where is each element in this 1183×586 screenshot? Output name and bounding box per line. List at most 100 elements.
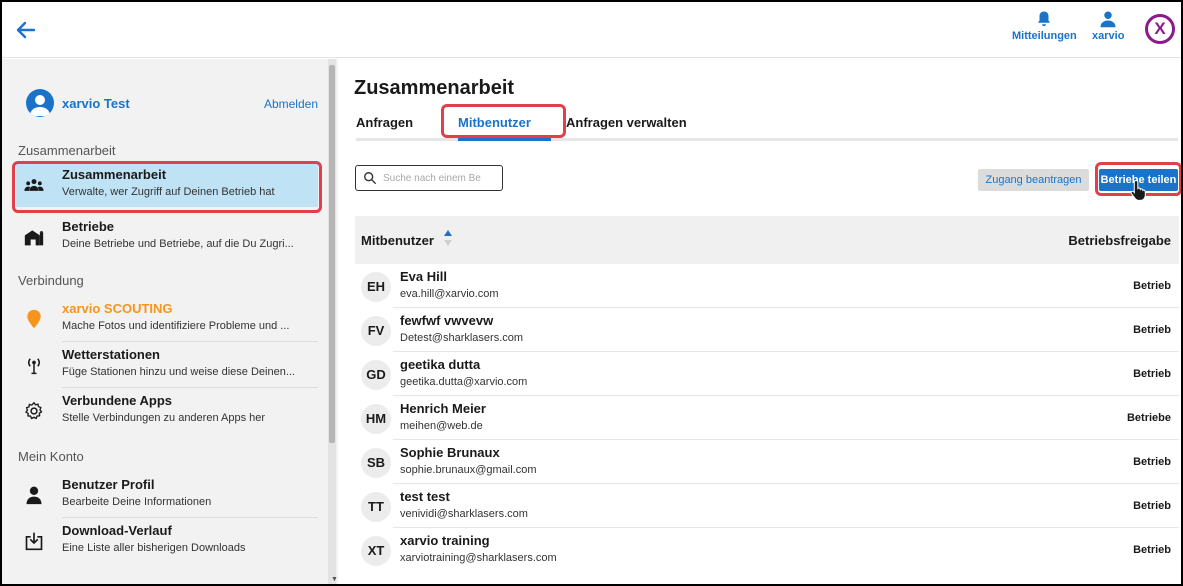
hand-cursor-icon — [1130, 179, 1146, 201]
row-share-value: Betrieb — [1133, 456, 1171, 468]
top-bar: Mitteilungen xarvio X — [2, 2, 1181, 58]
search-icon — [364, 172, 377, 185]
row-user-email: geetika.dutta@xarvio.com — [400, 376, 528, 388]
sidebar-item-benutzer-profil[interactable]: Benutzer Profil Bearbeite Deine Informat… — [16, 473, 318, 517]
main-content: Zusammenarbeit Anfragen Mitbenutzer Anfr… — [338, 59, 1181, 584]
sidebar-item-subtitle: Füge Stationen hinzu und weise diese Dei… — [62, 366, 295, 378]
sidebar-scrollbar[interactable] — [328, 59, 336, 584]
row-user-name: xarvio training — [400, 533, 490, 548]
row-share-value: Betrieb — [1133, 500, 1171, 512]
row-user-name: geetika dutta — [400, 357, 481, 372]
antenna-icon — [28, 358, 40, 375]
logout-link[interactable]: Abmelden — [264, 97, 318, 111]
table-row[interactable]: XT xarvio training xarviotraining@sharkl… — [355, 528, 1179, 572]
user-initials-avatar: XT — [361, 536, 391, 566]
sidebar-item-download-verlauf[interactable]: Download-Verlauf Eine Liste aller bisher… — [16, 519, 318, 563]
request-access-button[interactable]: Zugang beantragen — [978, 169, 1089, 191]
user-initials-avatar: GD — [361, 360, 391, 390]
table-row[interactable]: FV fewfwf vwvevw Detest@sharklasers.com … — [355, 308, 1179, 352]
row-user-name: Sophie Brunaux — [400, 445, 500, 460]
gear-icon — [25, 402, 43, 420]
sidebar-item-title: Verbundene Apps — [62, 393, 173, 408]
section-title-zusammenarbeit: Zusammenarbeit — [18, 143, 116, 158]
search-field[interactable] — [355, 165, 503, 191]
row-user-email: xarviotraining@sharklasers.com — [400, 552, 557, 564]
table-row[interactable]: EH Eva Hill eva.hill@xarvio.com Betrieb — [355, 264, 1179, 308]
notifications-label: Mitteilungen — [1012, 30, 1077, 42]
sidebar-item-subtitle: Eine Liste aller bisherigen Downloads — [62, 542, 246, 554]
highlight-box-mitbenutzer — [441, 104, 566, 138]
column-header-mitbenutzer[interactable]: Mitbenutzer — [361, 233, 434, 248]
back-arrow-icon[interactable] — [14, 18, 38, 42]
notifications-button[interactable]: Mitteilungen — [1012, 10, 1077, 42]
sidebar-item-title: Benutzer Profil — [62, 477, 155, 492]
sidebar-item-scouting[interactable]: xarvio SCOUTING Mache Fotos und identifi… — [16, 297, 318, 341]
xarvio-logo[interactable]: X — [1145, 14, 1175, 44]
scroll-down-arrow-icon[interactable]: ▼ — [331, 576, 338, 583]
sidebar-item-verbundene-apps[interactable]: Verbundene Apps Stelle Verbindungen zu a… — [16, 389, 318, 433]
location-pin-icon — [27, 309, 41, 329]
download-icon — [25, 532, 43, 551]
section-title-verbindung: Verbindung — [18, 273, 84, 288]
table-row[interactable]: SB Sophie Brunaux sophie.brunaux@gmail.c… — [355, 440, 1179, 484]
divider — [62, 517, 318, 518]
active-tab-indicator — [458, 138, 551, 141]
user-initials-avatar: EH — [361, 272, 391, 302]
sidebar-item-subtitle: Bearbeite Deine Informationen — [62, 496, 212, 508]
highlight-box-zusammenarbeit — [12, 161, 322, 213]
search-input[interactable] — [383, 170, 499, 186]
sidebar-item-subtitle: Stelle Verbindungen zu anderen Apps her — [62, 412, 266, 424]
sidebar-item-title: Download-Verlauf — [62, 523, 172, 538]
sort-arrows-icon[interactable] — [443, 228, 453, 248]
divider — [62, 387, 318, 388]
user-menu-button[interactable]: xarvio — [1092, 10, 1124, 42]
row-user-name: test test — [400, 489, 450, 504]
user-initials-avatar: TT — [361, 492, 391, 522]
sidebar-item-subtitle: Mache Fotos und identifiziere Probleme u… — [62, 320, 290, 332]
user-name: xarvio Test — [62, 96, 130, 111]
row-share-value: Betrieb — [1133, 280, 1171, 292]
row-user-email: eva.hill@xarvio.com — [400, 288, 499, 300]
row-share-value: Betriebe — [1126, 412, 1171, 424]
row-user-email: meihen@web.de — [400, 420, 483, 432]
app-window: Mitteilungen xarvio X xarvio Test Abmeld… — [0, 0, 1183, 586]
sidebar-item-title: Wetterstationen — [62, 347, 160, 362]
table-header: Mitbenutzer Betriebsfreigabe — [355, 216, 1179, 264]
row-share-value: Betrieb — [1133, 544, 1171, 556]
row-share-value: Betrieb — [1133, 324, 1171, 336]
tab-anfragen[interactable]: Anfragen — [356, 115, 413, 130]
scrollbar-thumb[interactable] — [329, 65, 335, 443]
farm-icon — [24, 230, 44, 246]
person-icon — [26, 486, 42, 505]
sidebar-item-wetterstationen[interactable]: Wetterstationen Füge Stationen hinzu und… — [16, 343, 318, 387]
table-row[interactable]: TT test test venividi@sharklasers.com Be… — [355, 484, 1179, 528]
row-user-email: sophie.brunaux@gmail.com — [400, 464, 537, 476]
section-title-mein-konto: Mein Konto — [18, 449, 84, 464]
sidebar-item-title: Betriebe — [62, 219, 115, 234]
avatar-person-icon — [30, 95, 50, 116]
row-share-value: Betrieb — [1133, 368, 1171, 380]
page-title: Zusammenarbeit — [354, 77, 515, 99]
sidebar-item-title: xarvio SCOUTING — [62, 301, 173, 316]
row-user-email: venividi@sharklasers.com — [400, 508, 528, 520]
user-initials-avatar: HM — [361, 404, 391, 434]
row-user-email: Detest@sharklasers.com — [400, 332, 524, 344]
user-icon — [1100, 11, 1116, 28]
tab-anfragen-verwalten[interactable]: Anfragen verwalten — [566, 115, 687, 130]
user-initials-avatar: SB — [361, 448, 391, 478]
avatar — [26, 89, 54, 117]
table-row[interactable]: GD geetika dutta geetika.dutta@xarvio.co… — [355, 352, 1179, 396]
bell-icon — [1038, 11, 1051, 27]
row-user-name: Eva Hill — [400, 269, 447, 284]
row-user-name: Henrich Meier — [400, 401, 486, 416]
sidebar-item-subtitle: Deine Betriebe und Betriebe, auf die Du … — [62, 238, 294, 250]
divider — [62, 341, 318, 342]
sidebar: xarvio Test Abmelden Zusammenarbeit Zusa… — [2, 59, 338, 584]
column-header-betriebsfreigabe: Betriebsfreigabe — [1068, 233, 1171, 248]
sidebar-item-betriebe[interactable]: Betriebe Deine Betriebe und Betriebe, au… — [16, 215, 318, 259]
row-user-name: fewfwf vwvevw — [400, 313, 494, 328]
user-menu-label: xarvio — [1092, 30, 1125, 42]
user-initials-avatar: FV — [361, 316, 391, 346]
table-row[interactable]: HM Henrich Meier meihen@web.de Betriebe — [355, 396, 1179, 440]
user-profile-row: xarvio Test Abmelden — [26, 89, 318, 117]
